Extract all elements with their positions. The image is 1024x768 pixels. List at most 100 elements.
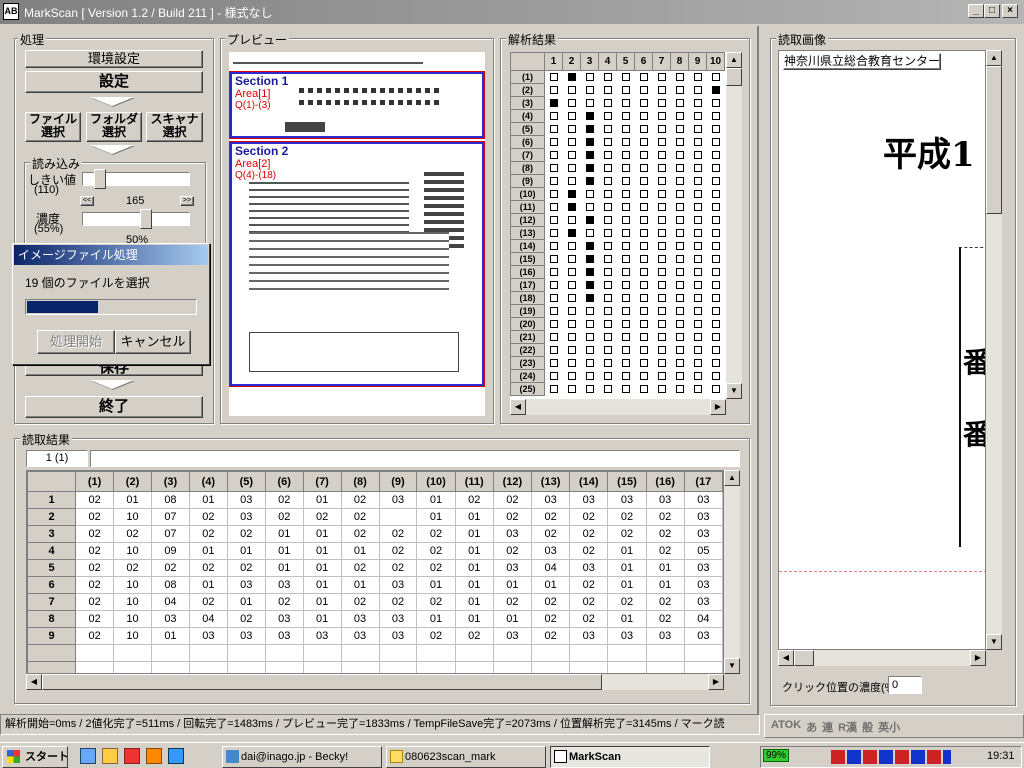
mark-cell[interactable]: [670, 161, 689, 175]
mark-cell[interactable]: [616, 174, 635, 188]
result-cell[interactable]: 01: [264, 525, 304, 543]
mark-cell[interactable]: [616, 226, 635, 240]
result-cell[interactable]: [645, 661, 685, 673]
result-cell[interactable]: 01: [302, 559, 342, 577]
result-cell[interactable]: 01: [226, 542, 266, 560]
result-cell[interactable]: 07: [150, 508, 190, 526]
result-cell[interactable]: 02: [607, 508, 647, 526]
result-cell[interactable]: [75, 661, 115, 673]
tray-icons[interactable]: [831, 750, 951, 764]
mark-cell[interactable]: [562, 330, 581, 344]
result-cell[interactable]: 02: [340, 593, 380, 611]
result-cell[interactable]: [683, 644, 723, 662]
mark-cell[interactable]: [544, 187, 563, 201]
result-cell[interactable]: 02: [188, 559, 228, 577]
mark-cell[interactable]: [598, 343, 617, 357]
result-cell[interactable]: 03: [378, 610, 418, 628]
mark-cell[interactable]: [652, 278, 671, 292]
result-cell[interactable]: 01: [416, 610, 456, 628]
mark-cell[interactable]: [670, 174, 689, 188]
result-cell[interactable]: 01: [645, 559, 685, 577]
result-cell[interactable]: 02: [645, 508, 685, 526]
mark-cell[interactable]: [670, 369, 689, 383]
maximize-button[interactable]: □: [984, 4, 1000, 18]
battery-indicator[interactable]: 99%: [763, 749, 790, 762]
result-cell[interactable]: 01: [302, 491, 342, 509]
mark-cell[interactable]: [670, 187, 689, 201]
result-cell[interactable]: 03: [683, 559, 723, 577]
mark-cell[interactable]: [634, 213, 653, 227]
result-cell[interactable]: 02: [188, 508, 228, 526]
results-hscroll[interactable]: ◀ ▶: [26, 674, 724, 690]
mark-cell[interactable]: [670, 213, 689, 227]
result-cell[interactable]: 02: [492, 593, 532, 611]
mark-cell[interactable]: [670, 317, 689, 331]
mark-cell[interactable]: [706, 109, 725, 123]
result-cell[interactable]: 01: [454, 508, 494, 526]
result-cell[interactable]: 01: [340, 576, 380, 594]
mark-cell[interactable]: [562, 109, 581, 123]
cell-value-field[interactable]: [90, 450, 740, 467]
mark-cell[interactable]: [580, 239, 599, 253]
mark-cell[interactable]: [652, 369, 671, 383]
result-cell[interactable]: 03: [645, 627, 685, 645]
scanner-select-button[interactable]: スキャナ 選択: [146, 112, 203, 142]
scan-hscroll[interactable]: ◀ ▶: [778, 650, 986, 666]
mark-cell[interactable]: [616, 122, 635, 136]
result-cell[interactable]: 01: [416, 491, 456, 509]
close-button[interactable]: ×: [1002, 4, 1018, 18]
result-cell[interactable]: 01: [302, 610, 342, 628]
mark-cell[interactable]: [652, 226, 671, 240]
mark-cell[interactable]: [652, 317, 671, 331]
mark-cell[interactable]: [616, 239, 635, 253]
mark-cell[interactable]: [706, 304, 725, 318]
result-cell[interactable]: 02: [264, 491, 304, 509]
mark-cell[interactable]: [616, 96, 635, 110]
result-cell[interactable]: 02: [188, 525, 228, 543]
mark-cell[interactable]: [562, 343, 581, 357]
result-cell[interactable]: 02: [416, 542, 456, 560]
threshold-dec-button[interactable]: <<: [80, 196, 94, 206]
mark-cell[interactable]: [634, 239, 653, 253]
mark-cell[interactable]: [634, 109, 653, 123]
ime-item[interactable]: 連: [822, 719, 833, 735]
result-cell[interactable]: [683, 661, 723, 673]
result-cell[interactable]: 01: [302, 525, 342, 543]
mark-cell[interactable]: [562, 382, 581, 396]
result-cell[interactable]: [492, 661, 532, 673]
result-cell[interactable]: 02: [264, 593, 304, 611]
mark-cell[interactable]: [688, 382, 707, 396]
result-cell[interactable]: 02: [378, 542, 418, 560]
result-cell[interactable]: 01: [607, 542, 647, 560]
result-cell[interactable]: 02: [645, 610, 685, 628]
result-cell[interactable]: [113, 644, 152, 662]
mark-cell[interactable]: [706, 226, 725, 240]
mark-cell[interactable]: [616, 356, 635, 370]
ime-item[interactable]: ATOK: [771, 719, 801, 735]
result-cell[interactable]: 03: [530, 542, 571, 560]
mark-cell[interactable]: [562, 369, 581, 383]
result-cell[interactable]: 02: [416, 627, 456, 645]
mark-cell[interactable]: [670, 135, 689, 149]
scroll-right-icon[interactable]: ▶: [708, 674, 724, 690]
result-cell[interactable]: 01: [416, 508, 456, 526]
mark-cell[interactable]: [652, 187, 671, 201]
mark-cell[interactable]: [616, 369, 635, 383]
result-cell[interactable]: 03: [569, 627, 609, 645]
result-cell[interactable]: 04: [188, 610, 228, 628]
mark-cell[interactable]: [598, 356, 617, 370]
result-cell[interactable]: 01: [607, 610, 647, 628]
result-cell[interactable]: 10: [113, 610, 152, 628]
result-cell[interactable]: [378, 508, 418, 526]
mark-cell[interactable]: [598, 317, 617, 331]
start-processing-button[interactable]: 処理開始: [37, 330, 115, 354]
mark-cell[interactable]: [634, 96, 653, 110]
mark-cell[interactable]: [598, 70, 617, 84]
mark-cell[interactable]: [598, 200, 617, 214]
mark-cell[interactable]: [580, 382, 599, 396]
mark-cell[interactable]: [670, 265, 689, 279]
mark-cell[interactable]: [634, 148, 653, 162]
mark-cell[interactable]: [616, 161, 635, 175]
result-cell[interactable]: 03: [607, 627, 647, 645]
mark-cell[interactable]: [670, 356, 689, 370]
